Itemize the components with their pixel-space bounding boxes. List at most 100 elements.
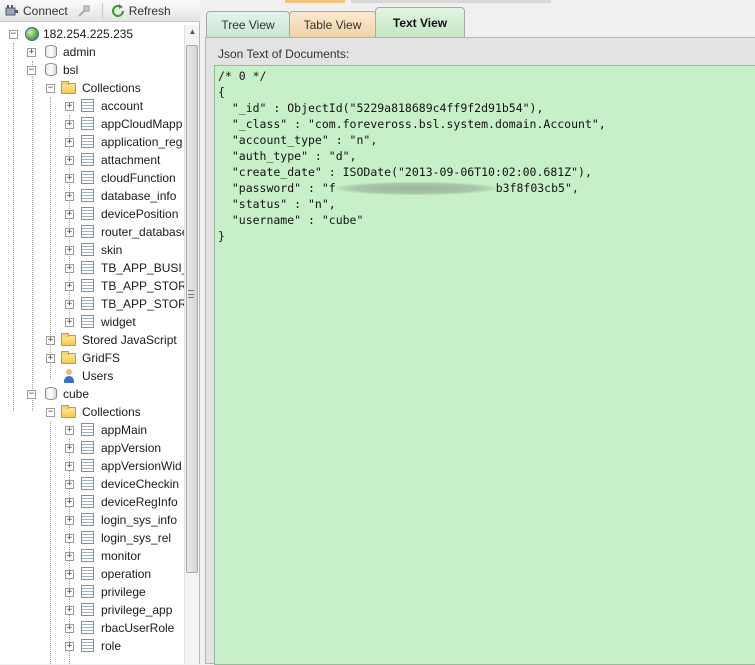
expand-toggle[interactable]: +	[65, 480, 74, 489]
collection-label: account	[101, 99, 144, 113]
expand-toggle[interactable]: +	[65, 498, 74, 507]
tree-node-collection[interactable]: + TB_APP_STORE	[0, 295, 184, 313]
tree-node-collection[interactable]: + privilege_app	[0, 601, 184, 619]
disconnect-button[interactable]	[72, 1, 99, 21]
object-explorer-panel: Connect Refresh − 182.254.225.235 + admi…	[0, 0, 200, 664]
expand-toggle[interactable]: +	[65, 300, 74, 309]
tree-node-collection[interactable]: + widget	[0, 313, 184, 331]
tree-node-collection[interactable]: + login_sys_rel	[0, 529, 184, 547]
tree-node-collection[interactable]: + appVersion	[0, 439, 184, 457]
scrollbar-thumb[interactable]	[186, 45, 198, 573]
expand-toggle[interactable]: +	[65, 282, 74, 291]
tree-node-collection[interactable]: + appMain	[0, 421, 184, 439]
collapse-toggle[interactable]: −	[27, 66, 36, 75]
expand-toggle[interactable]: +	[65, 210, 74, 219]
json-text-area[interactable]: /* 0 */ { "_id" : ObjectId("5229a818689c4…	[214, 65, 755, 665]
collection-table-icon	[80, 566, 96, 582]
tree-node-collection[interactable]: + TB_APP_STORE	[0, 277, 184, 295]
expand-toggle[interactable]: +	[46, 354, 55, 363]
expand-toggle[interactable]: +	[65, 246, 74, 255]
tree-node-collection[interactable]: + appCloudMapp	[0, 115, 184, 133]
tree-node-collection[interactable]: + TB_APP_BUSI_T	[0, 259, 184, 277]
tree-node-collections[interactable]: − Collections	[0, 79, 184, 97]
collection-table-icon	[80, 530, 96, 546]
tree-node-users[interactable]: Users	[0, 367, 184, 385]
tree-node-db-cube[interactable]: − cube	[0, 385, 184, 403]
expand-toggle[interactable]: +	[65, 426, 74, 435]
tree-node-collection[interactable]: + rbacUserRole	[0, 619, 184, 637]
tree-node-collection[interactable]: + operation	[0, 565, 184, 583]
expand-toggle[interactable]: +	[65, 192, 74, 201]
tree-node-collection[interactable]: + deviceRegInfo	[0, 493, 184, 511]
expand-toggle[interactable]: +	[46, 336, 55, 345]
tree-node-collection[interactable]: + privilege	[0, 583, 184, 601]
expand-toggle[interactable]: +	[65, 606, 74, 615]
collection-label: TB_APP_STORE	[101, 279, 184, 293]
expand-toggle[interactable]: +	[65, 534, 74, 543]
tree-scrollbar[interactable]: ▲	[184, 25, 199, 664]
tab-text-view[interactable]: Text View	[375, 7, 465, 37]
json-line: "_id" : ObjectId("5229a818689c4ff9f2d91b…	[218, 101, 544, 115]
expand-toggle[interactable]: +	[65, 174, 74, 183]
collection-table-icon	[80, 278, 96, 294]
tree-node-collection[interactable]: + attachment	[0, 151, 184, 169]
tree-node-collection[interactable]: + database_info	[0, 187, 184, 205]
expand-toggle[interactable]: +	[65, 642, 74, 651]
expand-toggle[interactable]: +	[65, 444, 74, 453]
collection-table-icon	[80, 170, 96, 186]
expand-toggle[interactable]: +	[65, 102, 74, 111]
tree-node-server[interactable]: − 182.254.225.235	[0, 25, 184, 43]
scroll-up-arrow[interactable]: ▲	[185, 25, 200, 39]
tree-node-collection[interactable]: + monitor	[0, 547, 184, 565]
expand-toggle[interactable]: +	[65, 588, 74, 597]
expand-toggle[interactable]: +	[65, 552, 74, 561]
folder-icon	[61, 350, 77, 366]
tree-node-collection[interactable]: + account	[0, 97, 184, 115]
password-suffix: b3f8f03cb5",	[495, 181, 579, 195]
tree-node-collection[interactable]: + router_database	[0, 223, 184, 241]
tree-node-collection[interactable]: + appVersionWid	[0, 457, 184, 475]
tree-node-collections[interactable]: − Collections	[0, 403, 184, 421]
tree-node-stored-js[interactable]: + Stored JavaScript	[0, 331, 184, 349]
tree-node-db-admin[interactable]: + admin	[0, 43, 184, 61]
explorer-toolbar: Connect Refresh	[0, 0, 200, 22]
tree-node-collection[interactable]: + deviceCheckin	[0, 475, 184, 493]
connect-button[interactable]: Connect	[0, 1, 72, 21]
tree-node-collection[interactable]: + skin	[0, 241, 184, 259]
collection-label: attachment	[101, 153, 161, 167]
collection-label: appMain	[101, 423, 148, 437]
collapse-toggle[interactable]: −	[27, 390, 36, 399]
collapse-toggle[interactable]: −	[46, 84, 55, 93]
expand-toggle[interactable]: +	[65, 570, 74, 579]
tree-node-collection[interactable]: + role	[0, 637, 184, 655]
expand-toggle[interactable]: +	[65, 228, 74, 237]
tab-tree-view[interactable]: Tree View	[206, 11, 290, 37]
expand-toggle[interactable]: +	[27, 48, 36, 57]
expand-toggle[interactable]: +	[65, 156, 74, 165]
expand-toggle[interactable]: +	[65, 318, 74, 327]
folder-icon	[61, 80, 77, 96]
document-viewer: Tree View Table View Text View Json Text…	[201, 0, 755, 665]
tab-table-view[interactable]: Table View	[289, 11, 376, 37]
tree-node-db-bsl[interactable]: − bsl	[0, 61, 184, 79]
expand-toggle[interactable]: +	[65, 462, 74, 471]
tree-node-collection[interactable]: + devicePosition	[0, 205, 184, 223]
collection-label: appVersionWid	[101, 459, 182, 473]
expand-toggle[interactable]: +	[65, 120, 74, 129]
expand-toggle[interactable]: +	[65, 624, 74, 633]
collapse-toggle[interactable]: −	[9, 30, 18, 39]
view-tabs: Tree View Table View Text View	[201, 0, 755, 37]
tree-node-collection[interactable]: + login_sys_info	[0, 511, 184, 529]
tree-node-collection[interactable]: + cloudFunction	[0, 169, 184, 187]
refresh-button[interactable]: Refresh	[106, 1, 175, 21]
expand-toggle[interactable]: +	[65, 264, 74, 273]
expand-toggle[interactable]: +	[65, 516, 74, 525]
json-line: "_class" : "com.foreveross.bsl.system.do…	[218, 117, 606, 131]
collection-label: role	[101, 639, 122, 653]
tree-node-gridfs[interactable]: + GridFS	[0, 349, 184, 367]
collection-label: database_info	[101, 189, 177, 203]
tree-node-collection[interactable]: + application_reg	[0, 133, 184, 151]
collection-table-icon	[80, 98, 96, 114]
expand-toggle[interactable]: +	[65, 138, 74, 147]
collapse-toggle[interactable]: −	[46, 408, 55, 417]
